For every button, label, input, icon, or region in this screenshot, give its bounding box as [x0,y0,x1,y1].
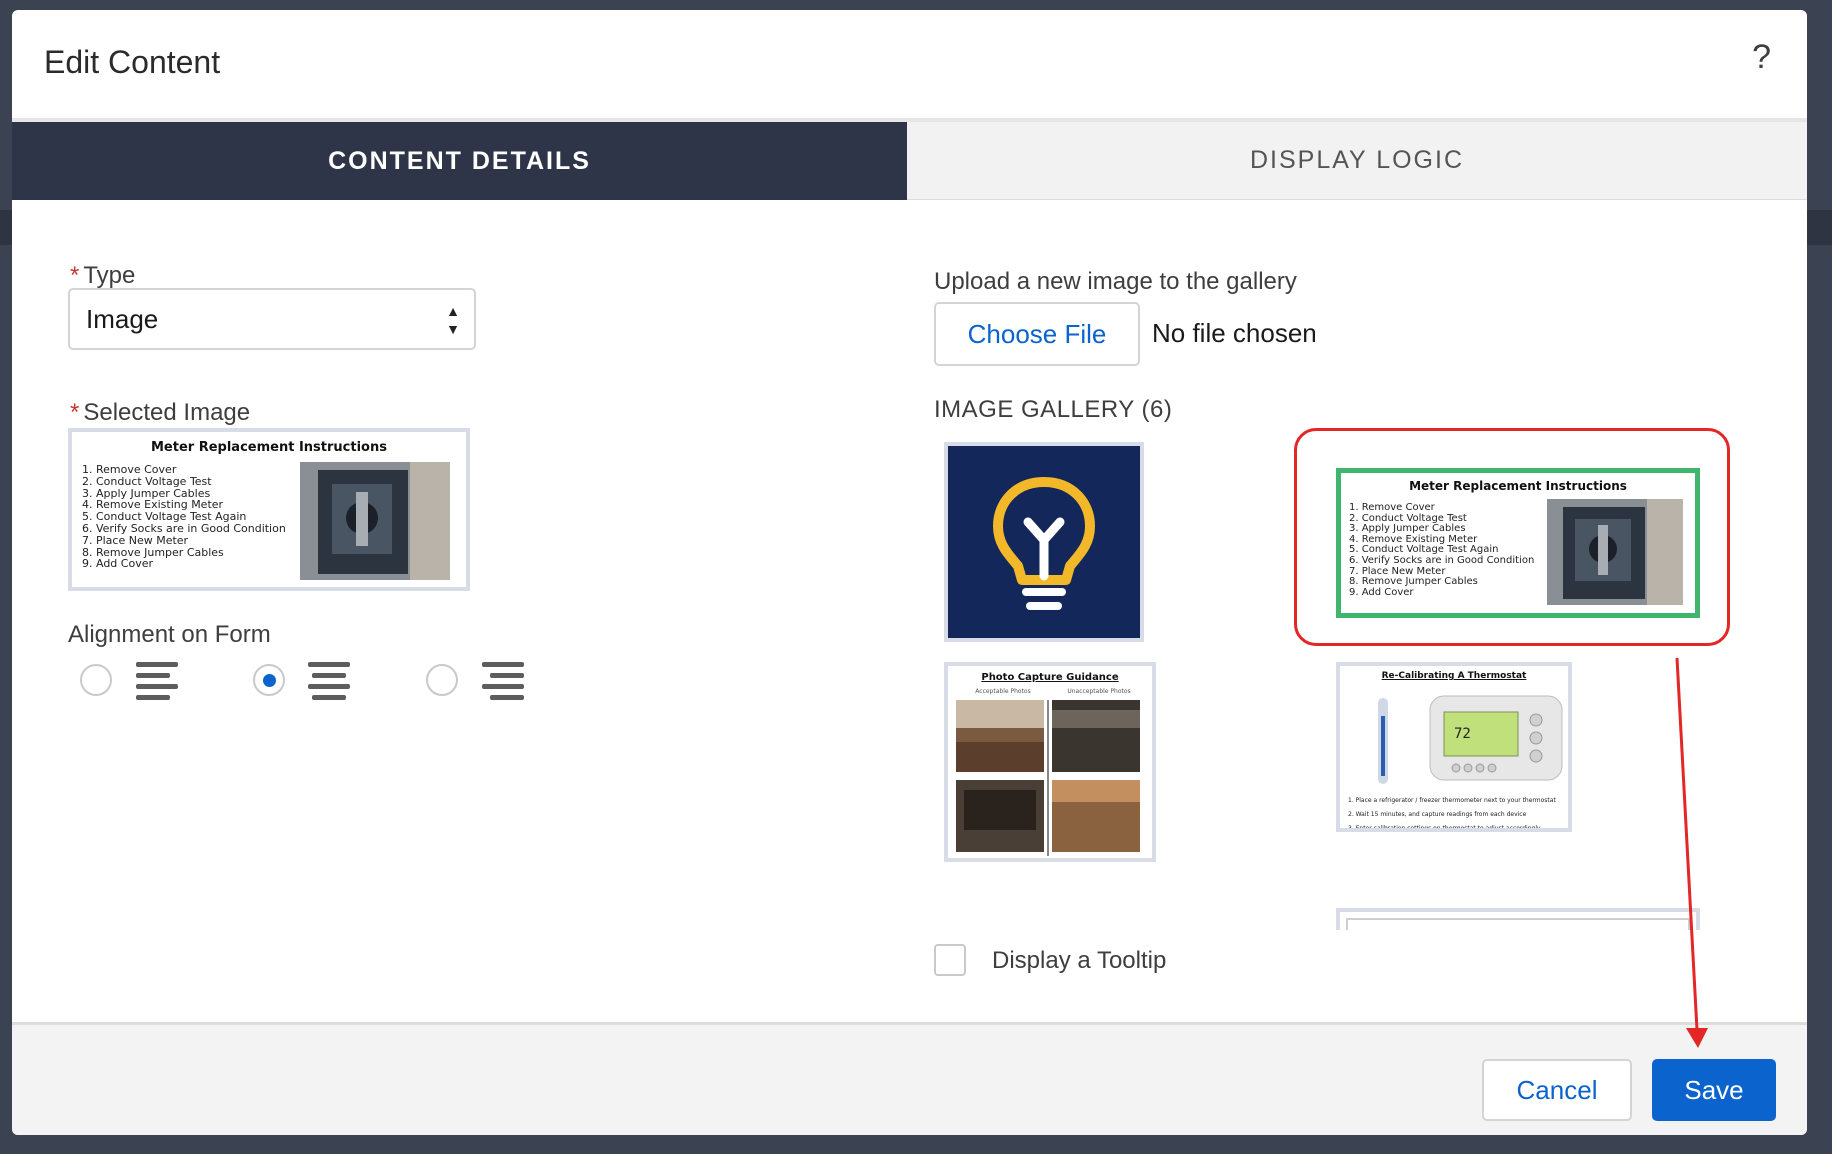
choose-file-button[interactable]: Choose File [934,302,1140,366]
file-status: No file chosen [1152,318,1317,348]
selection-highlight-ring [1294,428,1730,646]
photo-guide-title: Photo Capture Guidance [981,672,1119,683]
list-item: 9. Add Cover [82,557,153,571]
align-right-radio[interactable] [426,664,458,696]
align-center-icon [308,660,352,700]
alignment-options [68,655,568,705]
type-select[interactable]: Image ▲ ▼ [68,288,476,350]
modal-header: Edit Content ? [12,10,1807,115]
tab-display-logic[interactable]: DISPLAY LOGIC [907,122,1807,200]
list-item: 2. Wait 15 minutes, and capture readings… [1348,811,1527,818]
gallery-item-lightbulb[interactable] [944,442,1144,642]
gallery-item-photo-capture[interactable]: Photo Capture Guidance Acceptable Photos… [944,662,1156,862]
display-tooltip-label: Display a Tooltip [992,947,1167,974]
align-left-radio[interactable] [80,664,112,696]
thermostat-title: Re-Calibrating A Thermostat [1381,671,1527,681]
type-select-value: Image [86,303,159,334]
type-label-text: Type [83,262,136,289]
align-center-radio[interactable] [253,664,285,696]
gallery-item-partial[interactable] [1336,908,1700,930]
list-item: 2. Conduct Voltage Test [82,474,212,488]
partial-item-frame [1346,918,1690,930]
photo-guide-left-caption: Acceptable Photos [975,688,1031,695]
upload-label: Upload a new image to the gallery [934,268,1297,295]
meter-photo [300,462,450,580]
tab-bar: CONTENT DETAILS DISPLAY LOGIC [12,118,1807,200]
gallery-label: IMAGE GALLERY (6) [934,396,1173,423]
selected-doc-title: Meter Replacement Instructions [151,440,387,455]
thermostat-steps: 1. Place a refrigerator / freezer thermo… [1348,794,1556,832]
modal-title: Edit Content [44,44,221,80]
save-button[interactable]: Save [1652,1059,1776,1121]
display-tooltip-checkbox[interactable] [934,944,966,976]
photo-guide-right-caption: Unacceptable Photos [1067,688,1131,695]
selected-image-label-text: Selected Image [83,399,251,426]
selected-image-preview: Meter Replacement Instructions 1. Remove… [68,428,470,591]
type-label: * Type [70,262,135,290]
select-arrows-icon: ▲ ▼ [446,303,460,337]
align-left-icon [136,660,180,700]
list-item: 7. Place New Meter [82,533,189,547]
alignment-label: Alignment on Form [68,621,271,648]
svg-text:72: 72 [1454,726,1471,742]
edit-content-modal: Edit Content ? CONTENT DETAILS DISPLAY L… [12,10,1807,1135]
selected-image-label: * Selected Image [70,399,250,427]
modal-footer: Cancel Save [12,1022,1807,1135]
required-marker: * [70,399,80,426]
selected-doc-steps: 1. Remove Cover 2. Conduct Voltage Test … [82,464,286,570]
lightbulb-icon [948,446,1140,638]
help-icon[interactable]: ? [1752,38,1771,77]
list-item: 1. Place a refrigerator / freezer thermo… [1348,797,1556,804]
list-item: 3. Enter calibration settings on thermos… [1348,825,1541,832]
list-item: 6. Verify Socks are in Good Condition [82,521,286,535]
photo-grid-image [956,700,1140,856]
thermostat-image: 72 [1378,695,1563,784]
required-marker: * [70,262,80,289]
tab-content-details[interactable]: CONTENT DETAILS [12,122,907,200]
gallery-item-thermostat[interactable]: Re-Calibrating A Thermostat 72 1. Place … [1336,662,1572,832]
cancel-button[interactable]: Cancel [1482,1059,1632,1121]
align-right-icon [482,660,526,700]
